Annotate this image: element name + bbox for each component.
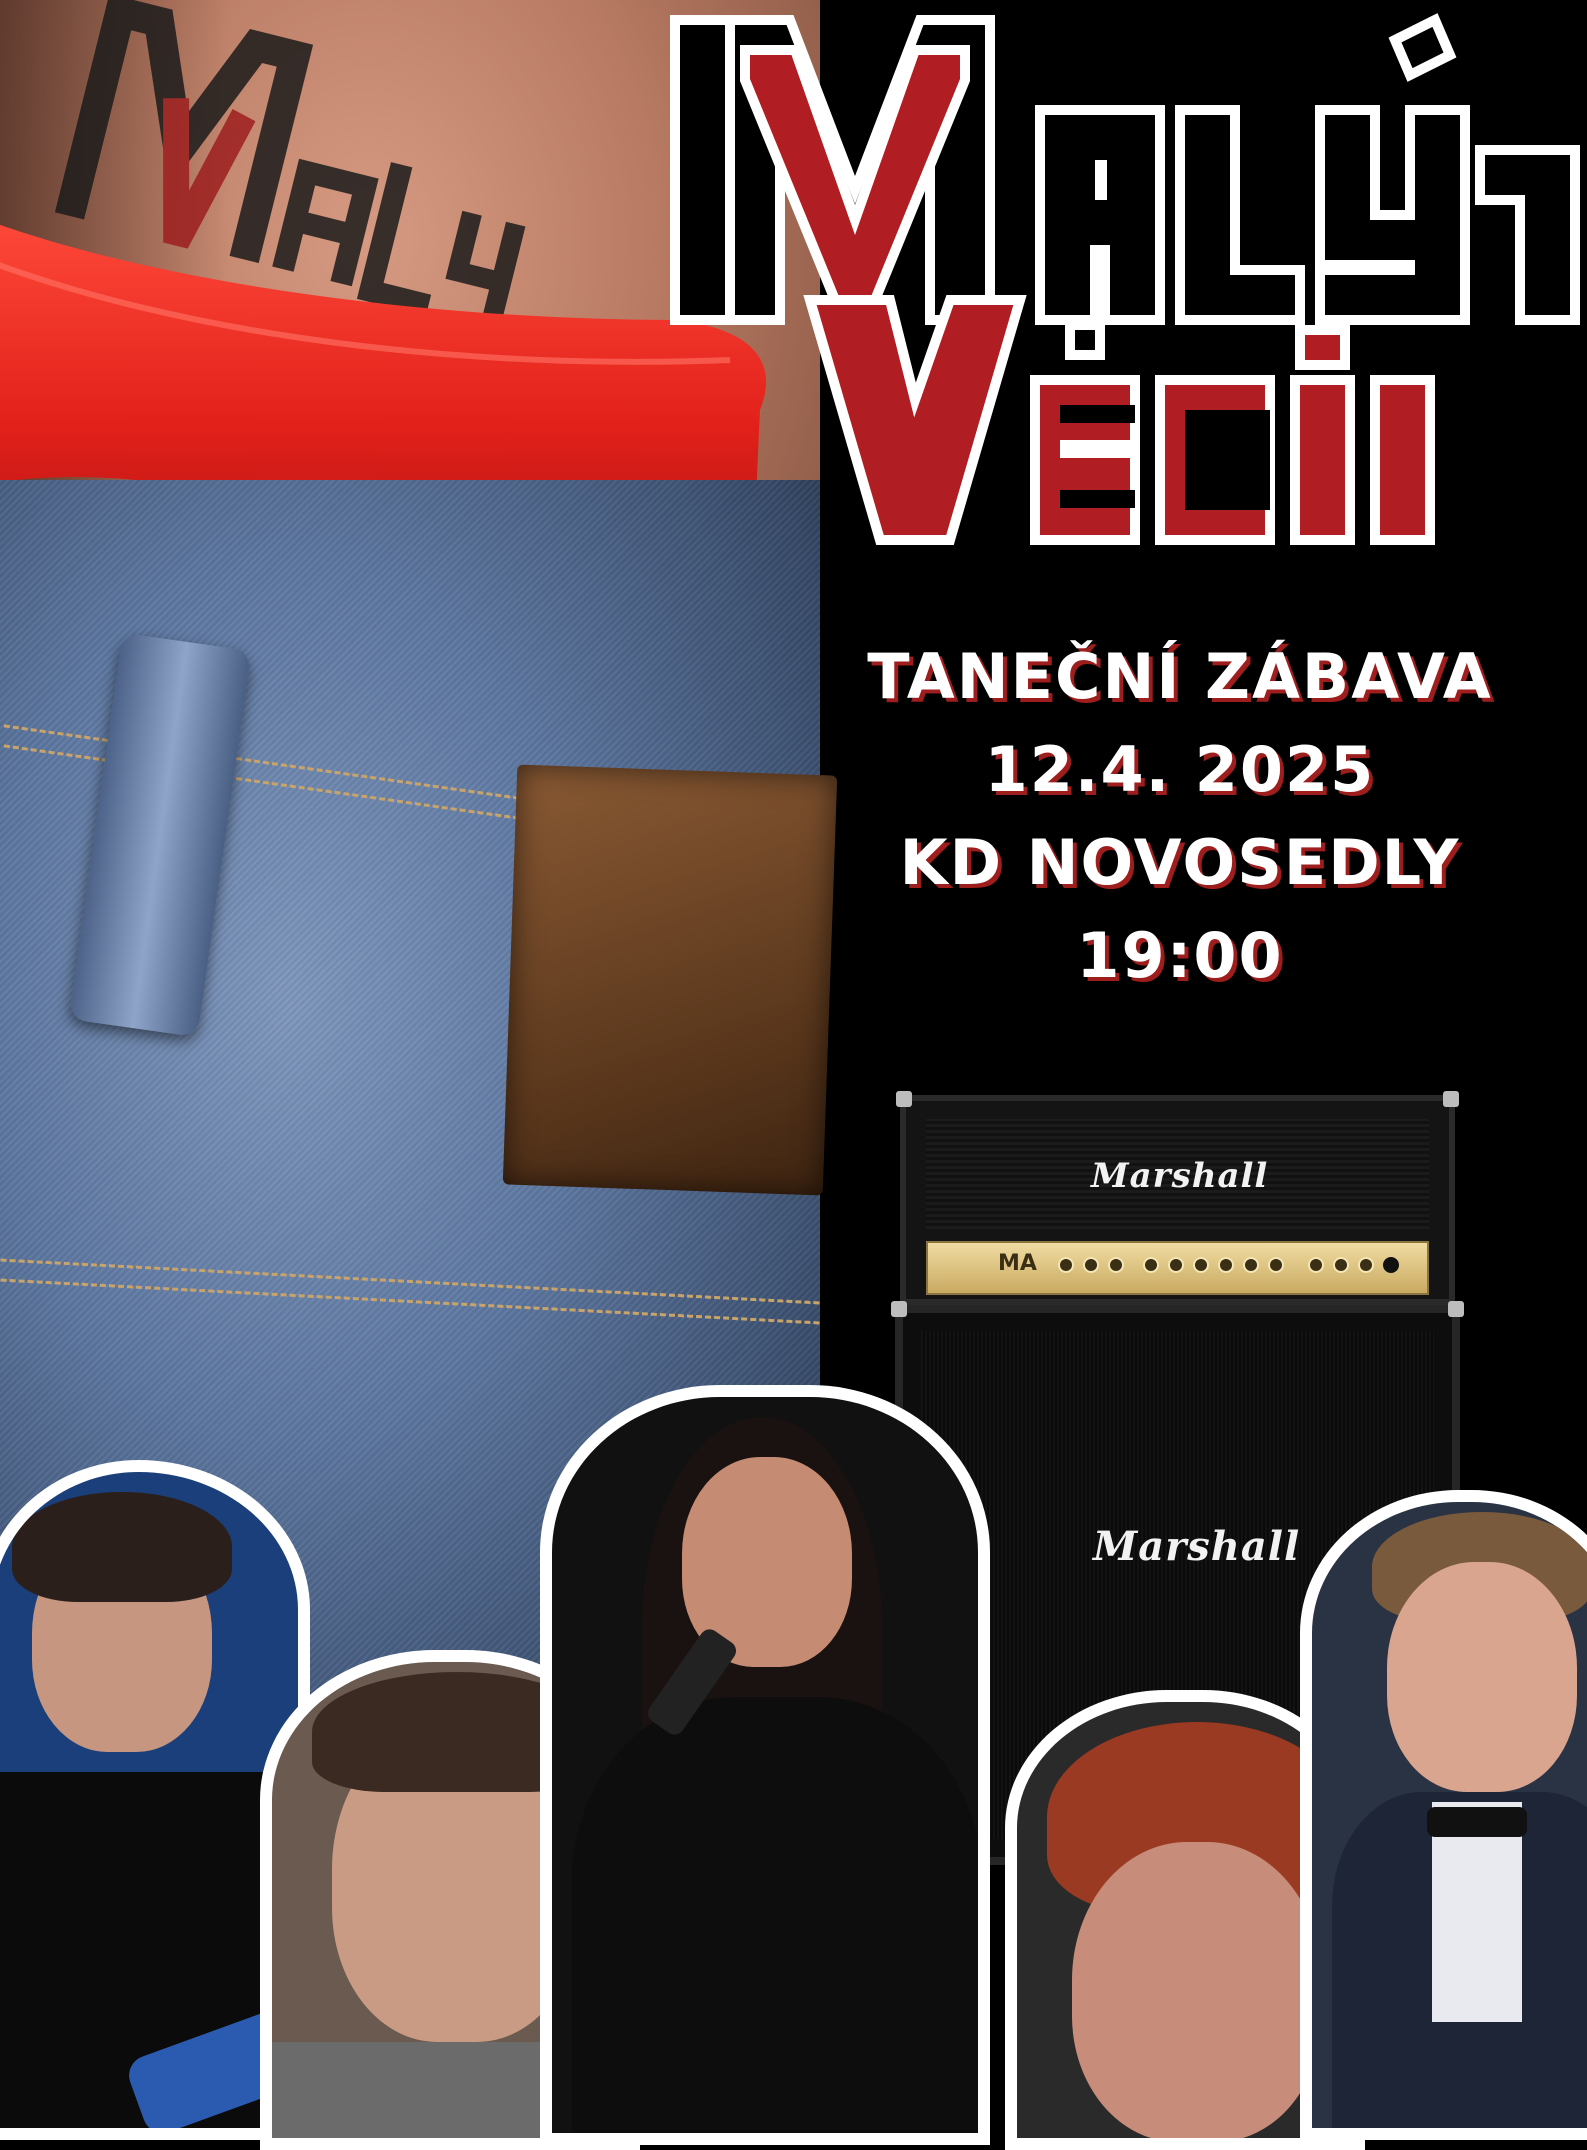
amp-head: Marshall MA — [896, 1091, 1459, 1305]
member-bassist — [1300, 1490, 1587, 2140]
event-time: 19:00 — [1076, 919, 1284, 992]
amp-panel-badge: MA — [998, 1251, 1037, 1276]
band-logo — [670, 13, 1580, 545]
event-title: TANEČNÍ ZÁBAVA — [867, 640, 1493, 713]
member-singer — [540, 1385, 990, 2145]
amp-head-brand: Marshall — [1091, 1156, 1269, 1196]
event-info: TANEČNÍ ZÁBAVA 12.4. 2025 KD NOVOSEDLY 1… — [820, 630, 1540, 1002]
amp-cab-brand: Marshall — [1093, 1523, 1301, 1570]
event-venue: KD NOVOSEDLY — [899, 826, 1461, 899]
amp-control-panel: MA — [926, 1241, 1429, 1295]
leather-patch — [502, 764, 838, 1196]
event-date: 12.4. 2025 — [984, 733, 1376, 806]
